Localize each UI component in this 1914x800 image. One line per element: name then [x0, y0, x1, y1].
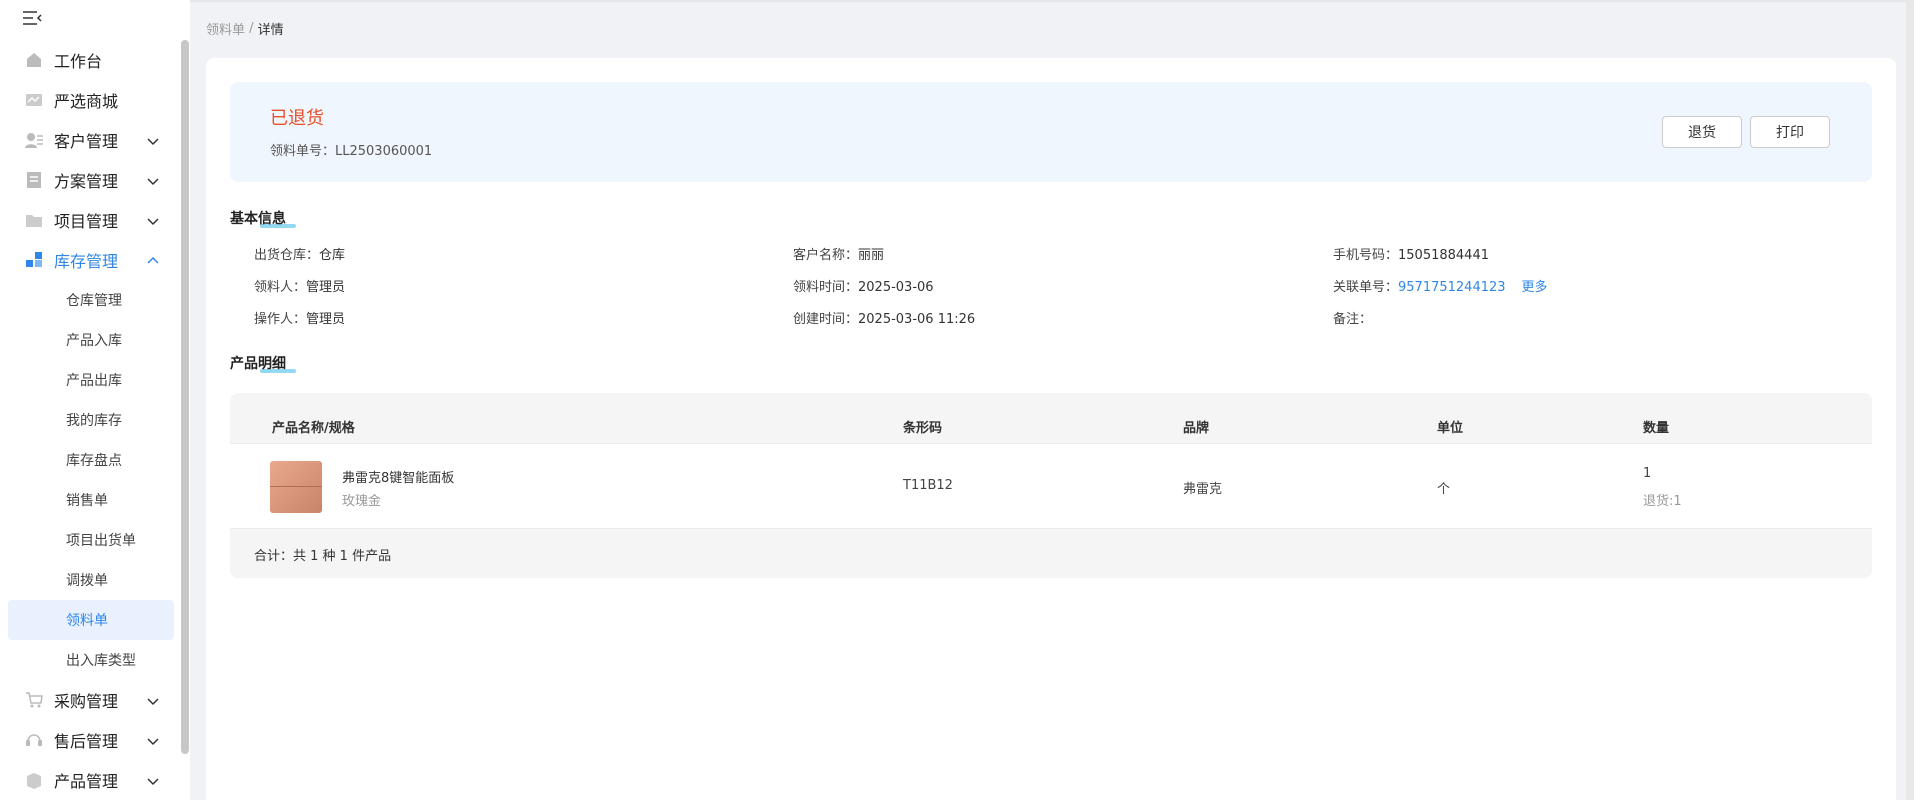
sidebar-sub-my-stock[interactable]: 我的库存 [8, 400, 174, 440]
operator-field: 操作人：管理员 [254, 312, 346, 327]
sidebar-item-plan[interactable]: 方案管理 [8, 160, 174, 200]
product-brand: 弗雷克 [1183, 482, 1223, 497]
product-detail-title: 产品明细 [230, 353, 296, 373]
sidebar-sub-stock-out[interactable]: 产品出库 [8, 360, 174, 400]
plan-icon [24, 170, 44, 190]
sidebar-item-label: 项目管理 [54, 212, 119, 231]
sidebar-item-label: 售后管理 [54, 732, 119, 751]
sidebar-item-label: 采购管理 [54, 692, 119, 711]
sidebar-item-workbench[interactable]: 工作台 [8, 40, 174, 80]
cart-icon [24, 690, 44, 710]
sidebar-item-label: 严选商城 [54, 92, 119, 111]
detail-card: 已退货 领料单号：LL2503060001 退货 打印 基本信息 出货仓库：仓库… [206, 58, 1896, 800]
breadcrumb-parent[interactable]: 领料单 [206, 19, 245, 38]
sidebar-header [0, 0, 190, 40]
menu-collapse-icon[interactable] [22, 10, 42, 30]
home-icon [24, 50, 44, 70]
chevron-down-icon [146, 733, 160, 752]
column-header-unit: 单位 [1437, 421, 1464, 436]
box-icon [24, 770, 44, 790]
product-quantity: 1 [1643, 466, 1652, 481]
sidebar-sub-project-shipment[interactable]: 项目出货单 [8, 520, 174, 560]
sidebar-sub-io-type[interactable]: 出入库类型 [8, 640, 174, 680]
column-header-quantity: 数量 [1643, 421, 1670, 436]
inventory-icon [24, 250, 44, 270]
status-panel: 已退货 领料单号：LL2503060001 退货 打印 [230, 82, 1872, 182]
product-barcode: T11B12 [903, 478, 953, 493]
page-scrollbar-track[interactable] [1906, 0, 1914, 800]
folder-icon [24, 210, 44, 230]
more-link[interactable]: 更多 [1522, 280, 1548, 295]
chevron-down-icon [146, 693, 160, 712]
return-button[interactable]: 退货 [1662, 116, 1742, 148]
product-name: 弗雷克8键智能面板 [342, 471, 455, 486]
pick-time-value: 2025-03-06 [858, 280, 934, 295]
breadcrumb-current: 详情 [257, 22, 284, 38]
chevron-up-icon [146, 253, 160, 272]
chevron-down-icon [146, 173, 160, 192]
sidebar-item-label: 产品管理 [54, 772, 119, 791]
sidebar-sub-stocktake[interactable]: 库存盘点 [8, 440, 174, 480]
breadcrumb-separator: / [245, 20, 258, 36]
picker-value: 管理员 [306, 280, 346, 295]
operator-value: 管理员 [306, 312, 346, 327]
remark-field: 备注： [1333, 312, 1373, 327]
sidebar-scrollbar[interactable] [181, 40, 189, 754]
sidebar-item-customer[interactable]: 客户管理 [8, 120, 174, 160]
created-time-field: 创建时间：2025-03-06 11:26 [793, 312, 976, 327]
picker-field: 领料人：管理员 [254, 280, 346, 295]
customer-icon [24, 130, 44, 150]
chevron-down-icon [146, 213, 160, 232]
warehouse-value: 仓库 [319, 248, 346, 263]
sidebar-item-label: 方案管理 [54, 172, 119, 191]
customer-value: 丽丽 [858, 248, 885, 263]
shop-icon [24, 90, 44, 110]
sidebar-sub-warehouse[interactable]: 仓库管理 [8, 280, 174, 320]
warehouse-field: 出货仓库：仓库 [254, 248, 346, 263]
status-title: 已退货 [270, 108, 324, 129]
column-header-brand: 品牌 [1183, 421, 1210, 436]
product-unit: 个 [1437, 482, 1451, 497]
sidebar-item-inventory[interactable]: 库存管理 [8, 240, 174, 280]
print-button[interactable]: 打印 [1750, 116, 1830, 148]
sidebar-sub-picking[interactable]: 领料单 [8, 600, 174, 640]
chevron-down-icon [146, 773, 160, 792]
phone-field: 手机号码：15051884441 [1333, 248, 1489, 263]
sidebar-item-mall[interactable]: 严选商城 [8, 80, 174, 120]
basic-info-title: 基本信息 [230, 208, 296, 228]
phone-value: 15051884441 [1398, 248, 1489, 263]
sidebar-sub-sales[interactable]: 销售单 [8, 480, 174, 520]
chevron-down-icon [146, 133, 160, 152]
headset-icon [24, 730, 44, 750]
sidebar: 工作台 严选商城 客户管理 方案管理 项目管理 库存管理 仓库管理 产品入库 产… [0, 0, 190, 800]
product-thumbnail [270, 461, 322, 513]
customer-field: 客户名称：丽丽 [793, 248, 885, 263]
sidebar-item-product[interactable]: 产品管理 [8, 760, 174, 800]
product-returned: 退货:1 [1643, 494, 1682, 509]
created-time-value: 2025-03-06 11:26 [858, 312, 976, 327]
sidebar-item-label: 工作台 [54, 52, 103, 71]
related-order-link[interactable]: 9571751244123 [1398, 280, 1506, 295]
order-number: 领料单号：LL2503060001 [270, 144, 433, 159]
sidebar-item-label: 库存管理 [54, 252, 119, 271]
breadcrumb: 领料单 / 详情 [190, 0, 1914, 56]
sidebar-item-purchase[interactable]: 采购管理 [8, 680, 174, 720]
related-order-field: 关联单号：9571751244123 更多 [1333, 280, 1548, 295]
sidebar-sub-stock-in[interactable]: 产品入库 [8, 320, 174, 360]
table-summary: 合计：共 1 种 1 件产品 [254, 549, 392, 564]
product-spec: 玫瑰金 [342, 494, 382, 509]
column-header-name: 产品名称/规格 [272, 421, 355, 436]
pick-time-field: 领料时间：2025-03-06 [793, 280, 934, 295]
table-row[interactable]: 弗雷克8键智能面板 玫瑰金 T11B12 弗雷克 个 1 退货:1 [230, 443, 1872, 529]
sidebar-sub-transfer[interactable]: 调拨单 [8, 560, 174, 600]
sidebar-item-after-sales[interactable]: 售后管理 [8, 720, 174, 760]
sidebar-item-label: 客户管理 [54, 132, 119, 151]
column-header-barcode: 条形码 [903, 421, 943, 436]
sidebar-item-project[interactable]: 项目管理 [8, 200, 174, 240]
product-table: 产品名称/规格 条形码 品牌 单位 数量 弗雷克8键智能面板 玫瑰金 T11B1… [230, 393, 1872, 578]
